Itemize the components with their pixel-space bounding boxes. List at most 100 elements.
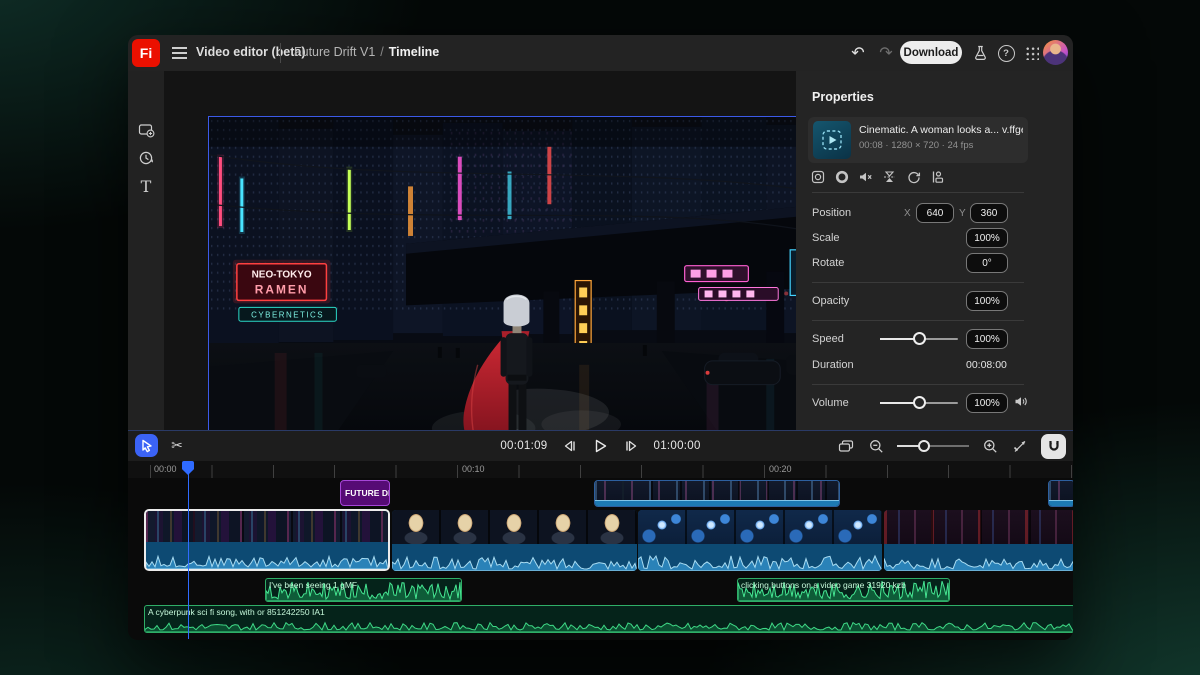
text-tool-icon[interactable]: T xyxy=(135,175,157,197)
overlay-video-clip[interactable] xyxy=(594,480,840,507)
top-bar: Fi Video editor (beta) Future Drift V1/T… xyxy=(128,35,1073,72)
overlay-clip-thumbnails xyxy=(595,481,839,501)
clip-thumbnail xyxy=(813,121,851,159)
firefly-logo[interactable]: Fi xyxy=(132,39,160,67)
volume-input[interactable]: 100% xyxy=(966,393,1008,413)
music-clip-label: A cyberpunk sci fi song, with or 8512422… xyxy=(148,607,1072,617)
video-clip-4-thumbnails xyxy=(884,510,1073,544)
zoom-in-icon[interactable] xyxy=(981,437,999,455)
position-label: Position xyxy=(812,207,851,219)
x-axis-label: X xyxy=(904,208,911,219)
timeline-ruler[interactable]: 00:00 00:10 00:20 xyxy=(128,461,1073,479)
fit-timeline-icon[interactable] xyxy=(837,437,855,455)
volume-label: Volume xyxy=(812,397,849,409)
ruler-label-10: 00:10 xyxy=(462,464,485,474)
total-timecode: 01:00:00 xyxy=(654,440,701,452)
timeline-toolbar: ✂ 00:01:09 01:00:00 xyxy=(128,431,1073,462)
download-button[interactable]: Download xyxy=(900,41,962,64)
playhead-line[interactable] xyxy=(188,461,190,639)
svg-text:NEO-TOKYO: NEO-TOKYO xyxy=(252,270,312,281)
speed-slider[interactable] xyxy=(880,329,958,348)
video-clip-1-thumbnails xyxy=(146,511,388,545)
opacity-input[interactable]: 100% xyxy=(966,291,1008,311)
frame-back-icon[interactable] xyxy=(561,437,579,455)
flip-vertical-icon[interactable] xyxy=(882,169,897,184)
video-clip-3-waveform xyxy=(638,544,882,571)
video-clip-2-thumbnails xyxy=(392,510,637,544)
zoom-out-icon[interactable] xyxy=(867,437,885,455)
video-clip-3[interactable] xyxy=(638,510,882,571)
timeline-zoom-slider[interactable] xyxy=(897,438,969,454)
selected-clip-card[interactable]: Cinematic. A woman looks a... v.ffgenvid… xyxy=(808,117,1028,163)
audio-mute-icon[interactable] xyxy=(858,169,873,184)
video-clip-3-thumbnails xyxy=(638,510,882,544)
position-y-input[interactable]: 360 xyxy=(970,203,1008,223)
rotate-label: Rotate xyxy=(812,257,844,269)
audio-clip-1-label: I've been seeing 1 gMF xyxy=(269,580,459,590)
scale-label: Scale xyxy=(812,232,840,244)
speaker-icon[interactable] xyxy=(1014,395,1028,408)
svg-text:RAMEN: RAMEN xyxy=(255,282,309,296)
position-x-input[interactable]: 640 xyxy=(916,203,954,223)
divider xyxy=(812,320,1024,321)
left-toolbar: T xyxy=(128,71,164,430)
breadcrumb-project[interactable]: Future Drift V1 xyxy=(294,45,375,59)
scale-input[interactable]: 100% xyxy=(966,228,1008,248)
breadcrumb-page: Timeline xyxy=(389,45,439,59)
timeline-tracks: FUTURE DRI xyxy=(128,478,1073,640)
properties-heading: Properties xyxy=(812,90,874,104)
timeline-section: ✂ 00:01:09 01:00:00 xyxy=(128,430,1073,640)
clip-action-row xyxy=(810,169,945,184)
history-clock-icon[interactable] xyxy=(135,147,157,169)
frame-forward-icon[interactable] xyxy=(623,437,641,455)
speed-input[interactable]: 100% xyxy=(966,329,1008,349)
beta-flask-icon[interactable] xyxy=(970,43,990,63)
ruler-label-20: 00:20 xyxy=(769,464,792,474)
overlay-video-clip-2[interactable] xyxy=(1048,480,1073,507)
svg-text:CYBERNETICS: CYBERNETICS xyxy=(251,311,324,320)
audio-clip-2[interactable]: clicking buttons on a video game 31920 k… xyxy=(737,578,950,602)
frame-icon[interactable] xyxy=(810,169,825,184)
divider xyxy=(812,384,1024,385)
text-clip-future-drift[interactable]: FUTURE DRI xyxy=(340,480,390,506)
zoom-slider-knob[interactable] xyxy=(918,440,930,452)
audio-clip-2-label: clicking buttons on a video game 31920 k… xyxy=(741,580,947,590)
cybernetics-sign: CYBERNETICS xyxy=(239,307,337,321)
current-timecode: 00:01:09 xyxy=(500,440,547,452)
desktop-background: Fi Video editor (beta) Future Drift V1/T… xyxy=(0,0,1200,675)
music-clip[interactable]: A cyberpunk sci fi song, with or 8512422… xyxy=(144,605,1073,633)
mask-icon[interactable] xyxy=(834,169,849,184)
cyberpunk-scene: NEO-TOKYO RAMEN CYBERNETICS xyxy=(209,117,824,459)
opacity-label: Opacity xyxy=(812,295,849,307)
help-icon[interactable]: ? xyxy=(996,43,1016,63)
audio-clip-1[interactable]: I've been seeing 1 gMF xyxy=(265,578,462,602)
timeline-zoom-controls xyxy=(837,431,1066,461)
volume-slider-knob[interactable] xyxy=(913,396,926,409)
snap-magnet-button[interactable] xyxy=(1041,434,1066,459)
app-title: Video editor (beta) xyxy=(196,45,306,59)
y-axis-label: Y xyxy=(959,208,966,219)
app-window: Fi Video editor (beta) Future Drift V1/T… xyxy=(128,35,1073,640)
redo-icon[interactable]: ↷ xyxy=(876,43,896,63)
video-clip-2[interactable] xyxy=(392,510,637,571)
duration-label: Duration xyxy=(812,359,854,371)
add-media-icon[interactable] xyxy=(135,119,157,141)
preview-canvas[interactable]: NEO-TOKYO RAMEN CYBERNETICS xyxy=(208,116,826,461)
divider xyxy=(812,192,1024,193)
ruler-label-0: 00:00 xyxy=(154,464,177,474)
trim-playhead-icon[interactable] xyxy=(1011,437,1029,455)
video-clip-1-selected[interactable] xyxy=(144,509,390,571)
video-clip-4[interactable] xyxy=(884,510,1073,571)
speed-slider-knob[interactable] xyxy=(913,332,926,345)
volume-slider[interactable] xyxy=(880,393,958,412)
apps-grid-icon[interactable] xyxy=(1022,43,1042,63)
hamburger-menu-icon[interactable] xyxy=(172,47,187,49)
rotate-icon[interactable] xyxy=(906,169,921,184)
user-avatar[interactable] xyxy=(1043,40,1068,65)
play-button[interactable] xyxy=(592,437,610,455)
undo-icon[interactable]: ↶ xyxy=(848,43,868,63)
video-clip-4-waveform xyxy=(884,544,1073,571)
align-icon[interactable] xyxy=(930,169,945,184)
rotate-input[interactable]: 0° xyxy=(966,253,1008,273)
video-clip-2-waveform xyxy=(392,544,637,571)
